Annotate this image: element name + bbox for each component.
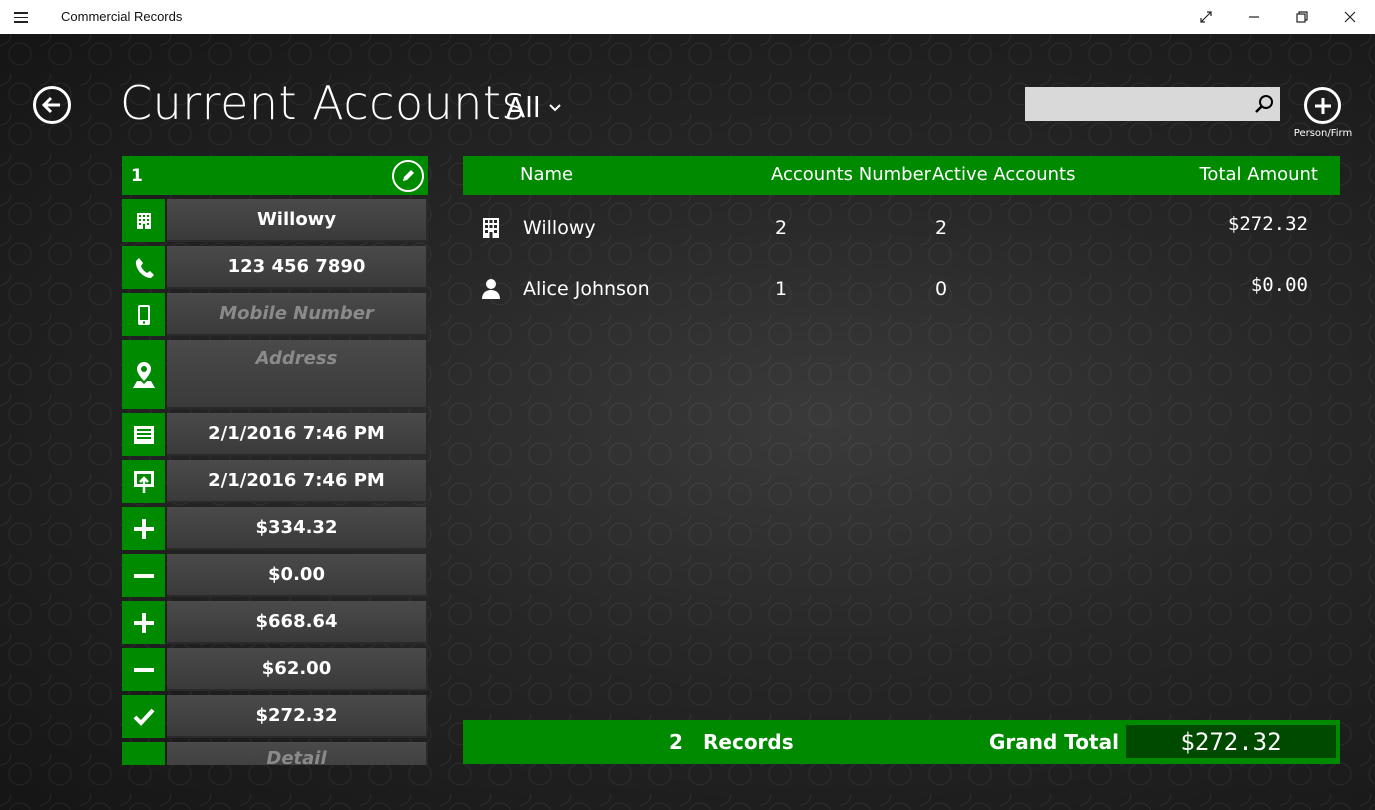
detail-row-address: Address xyxy=(122,340,428,409)
col-name[interactable]: Name xyxy=(520,164,573,185)
table-header: Name Accounts Number Active Accounts Tot… xyxy=(463,156,1340,195)
app-title: Commercial Records xyxy=(61,9,183,24)
detail-debit-2: $62.00 xyxy=(167,648,428,691)
records-label: Records xyxy=(703,730,794,754)
grand-total-label: Grand Total xyxy=(989,730,1119,754)
detail-credit-2: $668.64 xyxy=(167,601,428,644)
detail-address[interactable]: Address xyxy=(167,340,428,409)
restore-button[interactable] xyxy=(1278,0,1326,34)
row-active: 0 xyxy=(935,278,948,300)
detail-header: 1 xyxy=(122,156,428,195)
detail-updated: 2/1/2016 7:46 PM xyxy=(167,460,428,503)
col-active-accounts[interactable]: Active Accounts xyxy=(932,164,1075,185)
detail-row-name: Willowy xyxy=(122,199,428,242)
map-pin-icon xyxy=(122,340,165,409)
building-icon xyxy=(481,217,501,244)
detail-row-phone: 123 456 7890 xyxy=(122,246,428,289)
detail-debit-1: $0.00 xyxy=(167,554,428,597)
building-icon xyxy=(122,199,165,242)
row-accounts: 2 xyxy=(775,217,788,239)
col-total-amount[interactable]: Total Amount xyxy=(1200,164,1319,185)
row-name: Willowy xyxy=(523,217,596,239)
plus-icon xyxy=(122,507,165,550)
mobile-icon xyxy=(122,293,165,336)
search-icon xyxy=(1255,95,1273,113)
edit-button[interactable] xyxy=(392,160,424,192)
table-row[interactable]: Willowy 2 2 $272.32 xyxy=(463,203,1340,253)
detail-balance: $272.32 xyxy=(167,695,428,738)
row-amount: $272.32 xyxy=(1227,213,1308,235)
totals-footer: 2 Records Grand Total $272.32 xyxy=(463,720,1340,764)
detail-row-credit-1: $334.32 xyxy=(122,507,428,550)
row-active: 2 xyxy=(935,217,948,239)
title-bar: Commercial Records xyxy=(0,0,1375,34)
detail-row-credit-2: $668.64 xyxy=(122,601,428,644)
search-button[interactable] xyxy=(1248,87,1280,121)
detail-name[interactable]: Willowy xyxy=(167,199,428,242)
detail-row-detail: Detail xyxy=(122,742,428,765)
expand-icon xyxy=(1200,11,1212,23)
search-input[interactable] xyxy=(1025,87,1248,121)
detail-row-debit-1: $0.00 xyxy=(122,554,428,597)
detail-icon xyxy=(122,742,165,765)
detail-row-created: 2/1/2016 7:46 PM xyxy=(122,413,428,456)
detail-phone[interactable]: 123 456 7890 xyxy=(167,246,428,289)
hamburger-icon[interactable] xyxy=(14,9,34,25)
detail-credit-1: $334.32 xyxy=(167,507,428,550)
add-person-firm-button[interactable] xyxy=(1304,87,1341,124)
close-icon xyxy=(1344,11,1356,23)
row-amount: $0.00 xyxy=(1250,274,1308,296)
page-title: Current Accounts xyxy=(120,76,526,130)
back-button[interactable] xyxy=(33,86,71,124)
plus-icon xyxy=(122,601,165,644)
table-row[interactable]: Alice Johnson 1 0 $0.00 xyxy=(463,264,1340,314)
restore-icon xyxy=(1296,11,1308,23)
add-person-firm-label: Person/Firm xyxy=(1293,128,1353,139)
person-icon xyxy=(481,278,501,305)
detail-detail[interactable]: Detail xyxy=(167,742,428,765)
plus-icon xyxy=(1314,97,1331,114)
row-name: Alice Johnson xyxy=(523,278,650,300)
detail-row-updated: 2/1/2016 7:46 PM xyxy=(122,460,428,503)
search-box xyxy=(1025,87,1280,121)
row-accounts: 1 xyxy=(775,278,788,300)
grand-total-value: $272.32 xyxy=(1126,725,1336,758)
detail-id: 1 xyxy=(131,165,143,186)
phone-icon xyxy=(122,246,165,289)
arrow-left-icon xyxy=(41,96,60,114)
pencil-icon xyxy=(403,170,414,181)
main-area: Current Accounts All Person/Firm 1 Willo… xyxy=(0,34,1375,810)
chevron-down-icon xyxy=(549,103,561,111)
minimize-button[interactable] xyxy=(1230,0,1278,34)
detail-created: 2/1/2016 7:46 PM xyxy=(167,413,428,456)
filter-value: All xyxy=(506,91,541,124)
detail-panel: 1 Willowy 123 456 7890 Mobile Number Add… xyxy=(122,156,428,765)
detail-row-mobile: Mobile Number xyxy=(122,293,428,336)
col-accounts-number[interactable]: Accounts Number xyxy=(771,164,931,185)
expand-button[interactable] xyxy=(1182,0,1230,34)
minus-icon xyxy=(122,554,165,597)
close-button[interactable] xyxy=(1326,0,1374,34)
upload-board-icon xyxy=(122,460,165,503)
detail-mobile[interactable]: Mobile Number xyxy=(167,293,428,336)
checkmark-icon xyxy=(122,695,165,738)
minus-icon xyxy=(122,648,165,691)
detail-row-balance: $272.32 xyxy=(122,695,428,738)
document-icon xyxy=(122,413,165,456)
minimize-icon xyxy=(1249,16,1259,18)
records-count: 2 xyxy=(669,730,683,754)
filter-dropdown[interactable]: All xyxy=(506,91,561,124)
detail-row-debit-2: $62.00 xyxy=(122,648,428,691)
